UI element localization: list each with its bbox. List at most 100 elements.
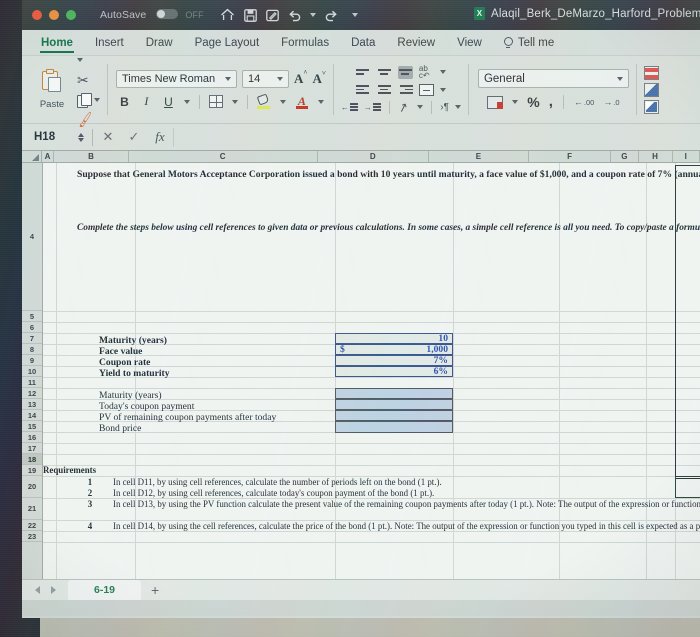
tab-page-layout[interactable]: Page Layout: [184, 31, 271, 55]
row-header-22[interactable]: 22: [22, 520, 42, 531]
fill-color-icon[interactable]: [256, 93, 271, 109]
chevron-down-icon[interactable]: [277, 77, 283, 81]
fill-color-dropdown-icon[interactable]: [279, 99, 286, 104]
close-window-icon[interactable]: [32, 10, 42, 20]
row-header-20[interactable]: 20: [22, 476, 42, 498]
cancel-icon[interactable]: ✕: [95, 129, 121, 145]
chevron-down-icon[interactable]: [225, 77, 231, 81]
row-header-6[interactable]: 6: [22, 322, 42, 333]
name-box[interactable]: H18: [28, 128, 90, 147]
italic-button[interactable]: I: [140, 94, 153, 109]
redo-icon[interactable]: [325, 9, 338, 22]
tab-formulas[interactable]: Formulas: [270, 31, 340, 55]
conditional-formatting-icon[interactable]: [643, 65, 659, 80]
borders-icon[interactable]: [208, 95, 223, 108]
accounting-format-icon[interactable]: [487, 95, 504, 109]
row-header-11[interactable]: 11: [22, 377, 42, 388]
sheet-tab-active[interactable]: 6-19: [68, 580, 142, 600]
cell-styles-icon[interactable]: [643, 99, 659, 114]
home-icon[interactable]: [220, 8, 235, 22]
autosave-toggle[interactable]: [156, 9, 179, 19]
autosave-control[interactable]: AutoSave OFF: [100, 9, 204, 21]
traffic-light-buttons[interactable]: [32, 10, 76, 20]
merge-dropdown-icon[interactable]: [439, 87, 446, 92]
given-value-face-value[interactable]: $ 1,000: [335, 344, 453, 355]
tab-data[interactable]: Data: [340, 31, 386, 55]
wrap-text-icon[interactable]: ab c↶: [419, 65, 434, 80]
row-header-4[interactable]: 4: [22, 163, 42, 311]
row-header-13[interactable]: 13: [22, 399, 42, 410]
row-header-8[interactable]: 8: [22, 344, 42, 355]
row-header-15[interactable]: 15: [22, 421, 42, 432]
chevron-down-icon[interactable]: [616, 76, 623, 81]
row-header-9[interactable]: 9: [22, 355, 42, 366]
prev-sheet-icon[interactable]: [35, 586, 40, 594]
font-color-dropdown-icon[interactable]: [317, 99, 324, 104]
paste-dropdown[interactable]: [77, 52, 100, 68]
font-name-combo[interactable]: Times New Roman: [116, 70, 237, 88]
row-header-17[interactable]: 17: [22, 443, 42, 454]
column-header-E[interactable]: E: [429, 151, 529, 162]
font-color-icon[interactable]: A: [295, 94, 309, 109]
formula-input[interactable]: [173, 127, 700, 147]
given-value-maturity[interactable]: 10: [335, 333, 453, 344]
name-box-spinner-icon[interactable]: [78, 132, 90, 142]
decrease-font-size-button[interactable]: A˅: [312, 69, 325, 87]
edit-mode-icon[interactable]: [265, 9, 279, 22]
zoom-window-icon[interactable]: [66, 10, 76, 20]
given-value-coupon-rate[interactable]: 7%: [335, 355, 453, 366]
merge-cells-icon[interactable]: [418, 83, 434, 96]
tab-draw[interactable]: Draw: [135, 31, 184, 55]
text-direction-icon[interactable]: ›¶: [440, 102, 449, 113]
copy-button[interactable]: [77, 92, 100, 108]
minimize-window-icon[interactable]: [49, 10, 59, 20]
column-header-I[interactable]: I: [673, 151, 700, 162]
ribbon-tab-bar[interactable]: Home Insert Draw Page Layout Formulas Da…: [22, 30, 700, 56]
cut-button[interactable]: ✂: [77, 72, 100, 88]
row-header-19[interactable]: 19: [22, 465, 42, 476]
input-cell-D14[interactable]: [335, 421, 453, 433]
add-sheet-button[interactable]: +: [151, 583, 159, 597]
align-right-icon[interactable]: [398, 83, 413, 96]
tab-review[interactable]: Review: [386, 31, 446, 55]
comma-style-button[interactable]: ,: [549, 94, 553, 109]
tab-tell-me[interactable]: Tell me: [493, 31, 565, 55]
confirm-icon[interactable]: ✓: [121, 129, 147, 145]
tab-home[interactable]: Home: [30, 31, 84, 55]
align-middle-icon[interactable]: [377, 66, 392, 79]
save-icon[interactable]: [243, 8, 257, 22]
column-header-A[interactable]: A: [42, 151, 55, 162]
align-bottom-icon[interactable]: [397, 65, 413, 79]
tab-view[interactable]: View: [446, 31, 493, 55]
bold-button[interactable]: B: [118, 95, 131, 109]
row-header-14[interactable]: 14: [22, 410, 42, 421]
row-header-16[interactable]: 16: [22, 432, 42, 443]
column-header-B[interactable]: B: [54, 151, 129, 162]
fx-icon[interactable]: fx: [147, 129, 173, 145]
row-header-21[interactable]: 21: [22, 498, 42, 520]
accounting-dropdown-icon[interactable]: [512, 100, 519, 104]
undo-icon[interactable]: [288, 9, 301, 22]
given-value-ytm[interactable]: 6%: [335, 366, 453, 377]
row-header-10[interactable]: 10: [22, 366, 42, 377]
decrease-indent-icon[interactable]: ←: [341, 103, 358, 112]
paste-button[interactable]: Paste: [29, 68, 75, 110]
format-as-table-icon[interactable]: [643, 82, 659, 97]
underline-dropdown-icon[interactable]: [183, 99, 190, 104]
column-header-C[interactable]: C: [129, 151, 318, 162]
row-header-23[interactable]: 23: [22, 531, 42, 542]
column-header-F[interactable]: F: [529, 151, 612, 162]
sheet-canvas[interactable]: Suppose that General Motors Acceptance C…: [43, 163, 700, 579]
input-cell-D12[interactable]: [335, 399, 453, 410]
quick-access-toolbar[interactable]: [220, 8, 358, 22]
column-header-H[interactable]: H: [639, 151, 673, 162]
increase-font-size-button[interactable]: A^: [294, 69, 307, 87]
borders-dropdown-icon[interactable]: [231, 99, 238, 104]
qat-more-icon[interactable]: [351, 13, 358, 17]
row-header-12[interactable]: 12: [22, 388, 42, 399]
font-size-combo[interactable]: 14: [242, 70, 289, 88]
column-header-G[interactable]: G: [611, 151, 639, 162]
input-cell-D11[interactable]: [335, 388, 453, 399]
underline-button[interactable]: U: [162, 95, 175, 109]
align-left-icon[interactable]: [355, 83, 371, 96]
